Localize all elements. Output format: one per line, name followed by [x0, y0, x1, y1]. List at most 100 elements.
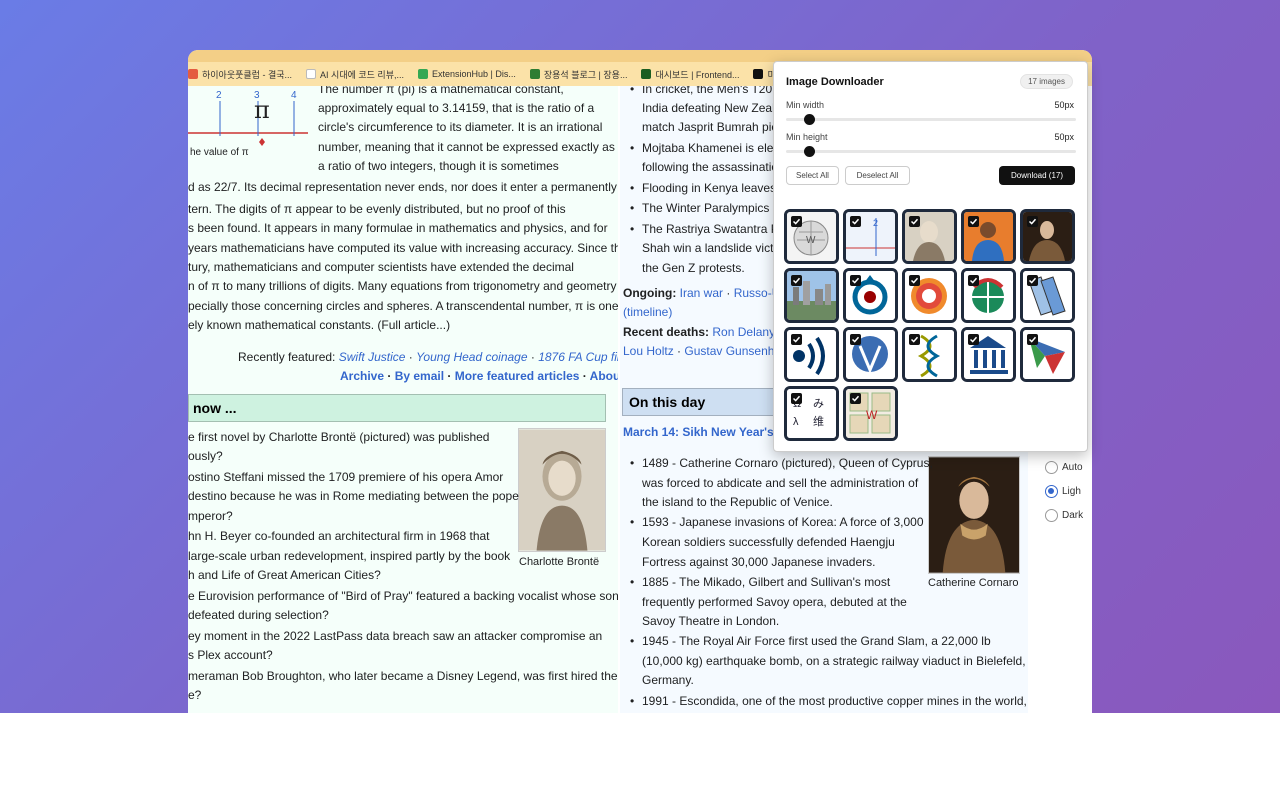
catherine-cornaro-caption: Catherine Cornaro: [928, 577, 1019, 589]
image-tile-wiktionary-tiles[interactable]: W: [843, 386, 898, 441]
download-button[interactable]: Download (17): [999, 166, 1075, 185]
min-height-slider[interactable]: [786, 146, 1076, 157]
checkbox-checked-icon[interactable]: [1027, 275, 1038, 286]
featured-footer-link-archive[interactable]: Archive: [340, 369, 384, 383]
recently-featured-link[interactable]: Young Head coinage: [416, 350, 527, 364]
news-item-line: the Gen Z protests.: [642, 261, 745, 275]
bookmark-label: 대시보드 | Frontend...: [655, 69, 740, 80]
otd-item-line: 1945 - The Royal Air Force first used th…: [630, 632, 991, 651]
min-width-slider[interactable]: [786, 114, 1076, 125]
otd-item-line: 1593 - Japanese invasions of Korea: A fo…: [630, 513, 924, 532]
dyk-text-line: ously?: [188, 449, 223, 463]
checkbox-checked-icon[interactable]: [1027, 334, 1038, 345]
image-tile-wiktionary-logo[interactable]: Ωみλ维: [784, 386, 839, 441]
image-tile-wikinews-logo[interactable]: [843, 327, 898, 382]
appearance-radio-auto[interactable]: [1045, 461, 1058, 474]
recently-featured: Recently featured: Swift Justice · Young…: [238, 348, 618, 367]
catherine-cornaro-portrait[interactable]: [928, 456, 1020, 574]
recently-featured-link[interactable]: 1876 FA Cup final: [538, 350, 618, 364]
bookmark-label: 장용석 블로그 | 장용...: [543, 69, 628, 80]
image-tile-wikispecies-globe[interactable]: [961, 268, 1016, 323]
image-tile-cricketer[interactable]: [961, 209, 1016, 264]
news-item-line: Flooding in Kenya leaves ...: [630, 179, 789, 198]
dyk-text-line: ey moment in the 2022 LastPass data brea…: [188, 629, 603, 643]
dyk-text-line: large-scale urban redevelopment, inspire…: [188, 549, 511, 563]
appearance-option-label: Auto: [1062, 462, 1083, 473]
recent-death-link[interactable]: Lou Holtz: [623, 344, 674, 358]
image-tile-wikisource-logo[interactable]: [784, 327, 839, 382]
bookmark-favicon-icon: [641, 69, 652, 79]
checkbox-checked-icon[interactable]: [850, 393, 861, 404]
image-count-badge: 17 images: [1020, 74, 1073, 89]
ongoing-line: Ongoing: Iran war · Russo-Uk...: [623, 286, 797, 300]
recent-death-link[interactable]: Ron Delany: [712, 325, 775, 339]
otd-item-line: frequently performed Savoy opera, debute…: [642, 595, 907, 609]
min-height-slider-handle[interactable]: [804, 146, 816, 157]
featured-text-line: pecially those concerning circles and sp…: [188, 299, 618, 313]
checkbox-checked-icon[interactable]: [850, 334, 861, 345]
bookmark-label: ExtensionHub | Dis...: [432, 69, 516, 79]
featured-footer-link-more-featured-articles[interactable]: More featured articles: [455, 369, 580, 383]
checkbox-checked-icon[interactable]: [791, 275, 802, 286]
image-tile-city-skyline[interactable]: [784, 268, 839, 323]
checkbox-checked-icon[interactable]: [968, 334, 979, 345]
timeline-link[interactable]: (timeline): [623, 305, 672, 319]
image-tile-pi-diagram[interactable]: 2: [843, 209, 898, 264]
recently-featured-label: Recently featured:: [238, 350, 336, 364]
popup-title: Image Downloader: [786, 76, 884, 88]
checkbox-checked-icon[interactable]: [909, 216, 920, 227]
select-all-button[interactable]: Select All: [786, 166, 839, 185]
checkbox-checked-icon[interactable]: [850, 275, 861, 286]
dyk-text-line: meraman Bob Broughton, who later became …: [188, 669, 618, 683]
otd-item-line: was forced to abdicate and sell the admi…: [642, 476, 919, 490]
bookmark-label: AI 시대에 코드 리뷰,...: [320, 69, 404, 80]
ongoing-link-iran-war[interactable]: Iran war: [680, 286, 723, 300]
checkbox-checked-icon[interactable]: [1027, 216, 1038, 227]
charlotte-bronte-portrait[interactable]: [518, 428, 606, 552]
checkbox-checked-icon[interactable]: [968, 216, 979, 227]
image-tile-wikiversity-logo[interactable]: [961, 327, 1016, 382]
image-tile-wikiquote-flower[interactable]: [902, 268, 957, 323]
news-item-line: Mojtaba Khamenei is elec...: [630, 139, 789, 158]
otd-item-line: Germany.: [642, 673, 694, 687]
featured-footer-link-by-email[interactable]: By email: [395, 369, 444, 383]
image-tile-commons-logo[interactable]: [843, 268, 898, 323]
checkbox-checked-icon[interactable]: [791, 334, 802, 345]
otd-item-line: 1489 - Catherine Cornaro (pictured), Que…: [630, 454, 933, 473]
svg-text:み: み: [813, 397, 824, 410]
otd-date-line[interactable]: March 14: Sikh New Year's D...: [623, 423, 796, 442]
checkbox-checked-icon[interactable]: [909, 275, 920, 286]
deselect-all-button[interactable]: Deselect All: [845, 166, 910, 185]
dyk-text-line: s Plex account?: [188, 648, 273, 662]
image-tile-catherine-cornaro[interactable]: [1020, 209, 1075, 264]
featured-text-line: s been found. It appears in many formula…: [188, 221, 608, 235]
bookmark-favicon-icon: [418, 69, 428, 79]
appearance-radio-dark[interactable]: [1045, 509, 1058, 522]
ongoing-label: Ongoing:: [623, 286, 677, 300]
min-width-slider-handle[interactable]: [804, 114, 816, 125]
image-tile-wikibooks-logo[interactable]: [1020, 268, 1075, 323]
checkbox-checked-icon[interactable]: [850, 216, 861, 227]
appearance-option-label: Ligh: [1062, 486, 1081, 497]
featured-footer-link-about[interactable]: About: [590, 369, 618, 383]
checkbox-checked-icon[interactable]: [791, 216, 802, 227]
image-tile-wikivoyage-logo[interactable]: [1020, 327, 1075, 382]
checkbox-checked-icon[interactable]: [968, 275, 979, 286]
featured-text-line: a ratio of two integers, though it is so…: [318, 159, 559, 173]
otd-item-line: 1885 - The Mikado, Gilbert and Sullivan'…: [630, 573, 890, 592]
image-tile-charlotte-bronte[interactable]: [902, 209, 957, 264]
image-tile-wikipedia-globe[interactable]: W: [784, 209, 839, 264]
dyk-text-line: h and Life of Great American Cities?: [188, 568, 381, 582]
news-item-line: In cricket, the Men's T20 ...: [630, 86, 786, 99]
bookmark-item[interactable]: 하이아웃풋클럽 - 결국...: [188, 68, 292, 81]
recently-featured-link[interactable]: Swift Justice: [339, 350, 406, 364]
image-tile-wikidata-dna[interactable]: [902, 327, 957, 382]
checkbox-checked-icon[interactable]: [791, 393, 802, 404]
appearance-radio-ligh[interactable]: [1045, 485, 1058, 498]
bookmark-item[interactable]: ExtensionHub | Dis...: [418, 69, 516, 79]
recent-deaths-label: Recent deaths:: [623, 325, 710, 339]
bookmark-item[interactable]: 장용석 블로그 | 장용...: [529, 68, 628, 81]
bookmark-item[interactable]: 대시보드 | Frontend...: [641, 68, 739, 81]
checkbox-checked-icon[interactable]: [909, 334, 920, 345]
bookmark-item[interactable]: AI 시대에 코드 리뷰,...: [306, 68, 404, 81]
